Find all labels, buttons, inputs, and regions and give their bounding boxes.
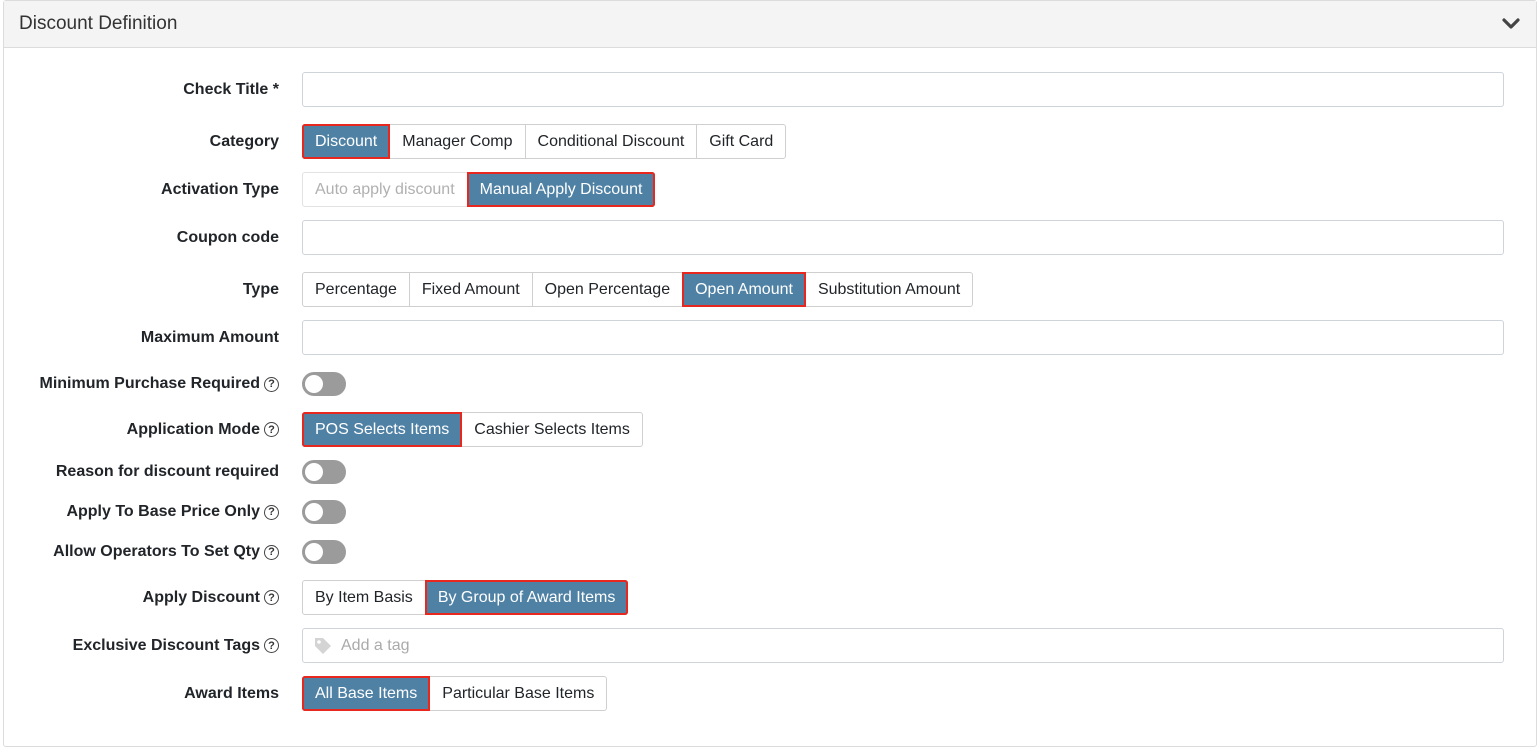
exclusive-tags-label-wrap: Exclusive Discount Tags ? xyxy=(73,637,279,655)
by-group-of-award-items-button[interactable]: By Group of Award Items xyxy=(424,580,629,615)
discount-definition-panel: Discount Definition Check Title * Catego… xyxy=(3,0,1537,747)
exclusive-tags-row: Exclusive Discount Tags ? Add a tag xyxy=(4,628,1538,663)
apply-discount-row: Apply Discount ? By Item Basis By Group … xyxy=(4,580,1538,615)
by-item-basis-button[interactable]: By Item Basis xyxy=(302,580,426,615)
type-open-percentage-button[interactable]: Open Percentage xyxy=(531,272,684,307)
activation-type-row: Activation Type Auto apply discount Manu… xyxy=(4,172,1538,207)
apply-base-price-label: Apply To Base Price Only xyxy=(66,503,260,520)
application-mode-label: Application Mode xyxy=(126,420,260,438)
maximum-amount-row: Maximum Amount xyxy=(4,320,1538,355)
allow-set-qty-row: Allow Operators To Set Qty ? xyxy=(4,540,1538,564)
auto-apply-discount-button[interactable]: Auto apply discount xyxy=(302,172,468,207)
activation-type-label: Activation Type xyxy=(161,180,279,198)
check-title-label: Check Title * xyxy=(183,80,279,98)
help-icon[interactable]: ? xyxy=(264,422,279,437)
particular-base-items-button[interactable]: Particular Base Items xyxy=(429,676,608,711)
category-gift-card-button[interactable]: Gift Card xyxy=(696,124,787,159)
help-icon[interactable]: ? xyxy=(264,590,279,605)
category-button-group: Discount Manager Comp Conditional Discou… xyxy=(302,124,787,159)
category-conditional-discount-button[interactable]: Conditional Discount xyxy=(524,124,698,159)
activation-type-button-group: Auto apply discount Manual Apply Discoun… xyxy=(302,172,656,207)
allow-set-qty-label: Allow Operators To Set Qty xyxy=(53,543,260,560)
manual-apply-discount-button[interactable]: Manual Apply Discount xyxy=(466,172,656,207)
type-row: Type Percentage Fixed Amount Open Percen… xyxy=(4,272,1538,307)
apply-base-price-row: Apply To Base Price Only ? xyxy=(4,500,1538,524)
panel-header[interactable]: Discount Definition xyxy=(4,1,1536,48)
apply-base-price-label-wrap: Apply To Base Price Only ? xyxy=(66,503,279,521)
apply-discount-label-wrap: Apply Discount ? xyxy=(143,589,279,607)
award-items-button-group: All Base Items Particular Base Items xyxy=(302,676,608,711)
type-label: Type xyxy=(242,280,279,298)
category-label: Category xyxy=(209,132,279,150)
maximum-amount-input[interactable] xyxy=(302,320,1504,355)
category-row: Category Discount Manager Comp Condition… xyxy=(4,124,1538,159)
pos-selects-items-button[interactable]: POS Selects Items xyxy=(302,412,463,447)
type-fixed-amount-button[interactable]: Fixed Amount xyxy=(408,272,533,307)
tag-placeholder: Add a tag xyxy=(341,636,410,654)
application-mode-button-group: POS Selects Items Cashier Selects Items xyxy=(302,412,643,447)
coupon-code-row: Coupon code xyxy=(4,220,1538,255)
type-percentage-button[interactable]: Percentage xyxy=(302,272,410,307)
type-substitution-amount-button[interactable]: Substitution Amount xyxy=(804,272,974,307)
reason-required-toggle[interactable] xyxy=(302,460,346,484)
award-items-row: Award Items All Base Items Particular Ba… xyxy=(4,676,1538,711)
apply-discount-label: Apply Discount xyxy=(142,588,260,606)
application-mode-row: Application Mode ? POS Selects Items Cas… xyxy=(4,412,1538,447)
chevron-down-icon[interactable] xyxy=(1502,15,1520,33)
allow-set-qty-toggle[interactable] xyxy=(302,540,346,564)
minimum-purchase-label: Minimum Purchase Required xyxy=(39,375,261,392)
coupon-code-label: Coupon code xyxy=(176,228,279,246)
help-icon[interactable]: ? xyxy=(264,376,279,392)
apply-base-price-toggle[interactable] xyxy=(302,500,346,524)
exclusive-tags-label: Exclusive Discount Tags xyxy=(72,636,260,654)
apply-discount-button-group: By Item Basis By Group of Award Items xyxy=(302,580,629,615)
help-icon[interactable]: ? xyxy=(264,504,279,520)
category-discount-button[interactable]: Discount xyxy=(302,124,391,159)
allow-set-qty-label-wrap: Allow Operators To Set Qty ? xyxy=(53,543,279,561)
check-title-input[interactable] xyxy=(302,72,1504,107)
coupon-code-input[interactable] xyxy=(302,220,1504,255)
help-icon[interactable]: ? xyxy=(264,638,279,653)
all-base-items-button[interactable]: All Base Items xyxy=(302,676,431,711)
maximum-amount-label: Maximum Amount xyxy=(140,328,279,346)
minimum-purchase-row: Minimum Purchase Required ? xyxy=(4,372,1538,396)
type-open-amount-button[interactable]: Open Amount xyxy=(682,272,806,307)
exclusive-tags-input[interactable]: Add a tag xyxy=(302,628,1504,663)
reason-required-label: Reason for discount required xyxy=(55,463,279,480)
minimum-purchase-label-wrap: Minimum Purchase Required ? xyxy=(39,375,279,393)
cashier-selects-items-button[interactable]: Cashier Selects Items xyxy=(461,412,643,447)
tag-icon xyxy=(313,636,333,656)
check-title-row: Check Title * xyxy=(4,72,1538,107)
reason-required-row: Reason for discount required xyxy=(4,460,1538,484)
application-mode-label-wrap: Application Mode ? xyxy=(127,421,279,439)
type-button-group: Percentage Fixed Amount Open Percentage … xyxy=(302,272,974,307)
minimum-purchase-toggle[interactable] xyxy=(302,372,346,396)
award-items-label: Award Items xyxy=(184,684,279,702)
category-manager-comp-button[interactable]: Manager Comp xyxy=(389,124,526,159)
help-icon[interactable]: ? xyxy=(264,544,279,560)
panel-title: Discount Definition xyxy=(19,13,178,34)
